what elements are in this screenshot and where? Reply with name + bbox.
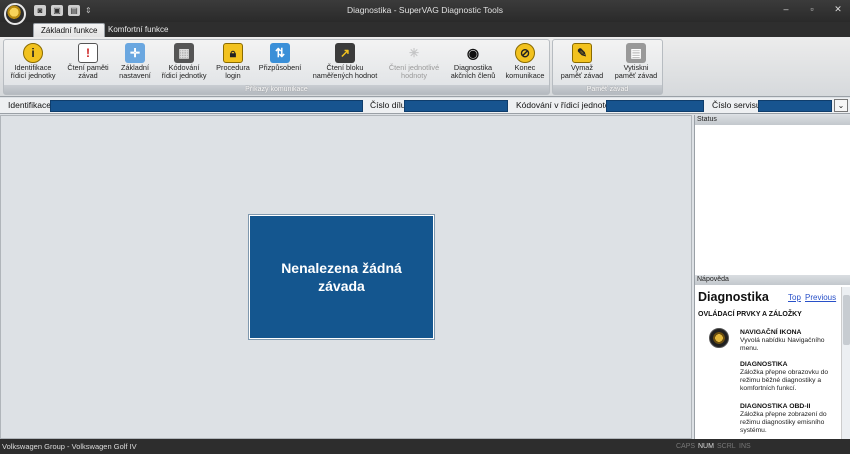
- adapt-icon: ⇅: [270, 43, 290, 63]
- eye-icon: ◉: [466, 44, 480, 61]
- chevron-double-down-icon[interactable]: ⌄: [834, 99, 848, 112]
- title-bar: ◙ ▣ ▤ ⇕ Diagnostika - SuperVAG Diagnosti…: [0, 0, 850, 22]
- ecu-icon: ▦: [174, 43, 194, 63]
- eraser-icon: ✎: [572, 43, 592, 63]
- right-panel: Status Nápověda Diagnostika Top Previous…: [694, 115, 850, 439]
- chart-icon: ↗: [335, 43, 355, 63]
- identification-button[interactable]: i Identifikace řídicí jednotky: [6, 41, 60, 87]
- identification-field: [50, 100, 363, 112]
- window-title: Diagnostika - SuperVAG Diagnostic Tools: [346, 5, 504, 15]
- close-button[interactable]: ✕: [832, 4, 844, 15]
- service-number-label: Číslo servisu: [712, 100, 761, 110]
- minimize-button[interactable]: –: [780, 4, 792, 15]
- single-value-button[interactable]: ✳ Čtení jednotlivé hodnoty: [385, 41, 443, 87]
- status-bar: Volkswagen Group - Volkswagen Golf IV CA…: [0, 439, 850, 454]
- help-link-previous[interactable]: Previous: [805, 293, 836, 302]
- help-title: Diagnostika: [698, 290, 769, 304]
- scroll-thumb[interactable]: [843, 295, 850, 345]
- adaptation-button[interactable]: ⇅ Přizpůsobení: [257, 41, 303, 87]
- scrl-indicator: SCRL: [717, 443, 736, 450]
- ribbon: i Identifikace řídicí jednotky ! Čtení p…: [0, 37, 850, 97]
- help-panel: Diagnostika Top Previous OVLÁDACÍ PRVKY …: [695, 287, 841, 439]
- coding-label: Kódování v řídicí jednotce: [516, 100, 614, 110]
- group-label-pamet: Paměť závad: [553, 85, 662, 94]
- tab-komfortni-funkce[interactable]: Komfortní funkce: [101, 23, 175, 37]
- login-procedure-button[interactable]: 🔒︎ Procedura login: [213, 41, 253, 87]
- end-communication-button[interactable]: ⊘ Konec komunikace: [502, 41, 548, 87]
- actuator-diagnostics-button[interactable]: ◉ Diagnostika akčních členů: [447, 41, 499, 87]
- help-subtitle: OVLÁDACÍ PRVKY A ZÁLOŽKY: [698, 311, 802, 318]
- help-item-obd: DIAGNOSTIKA OBD-II Záložka přepne zobraz…: [740, 403, 827, 434]
- help-panel-header: Nápověda: [695, 275, 850, 285]
- spinner-icon: ✳: [408, 46, 420, 60]
- group-pamet-zavad: ✎ Vymaž paměť závad ▤ Vytiskni paměť záv…: [552, 39, 663, 95]
- coding-field: [606, 100, 704, 112]
- help-item-diagnostika: DIAGNOSTIKA Záložka přepne obrazovku do …: [740, 361, 829, 392]
- vehicle-info: Volkswagen Group - Volkswagen Golf IV: [2, 442, 137, 451]
- basic-settings-button[interactable]: ✛ Základní nastavení: [116, 41, 154, 87]
- read-fault-memory-button[interactable]: ! Čtení paměti závad: [62, 41, 114, 87]
- help-scrollbar[interactable]: [841, 287, 850, 439]
- navigation-orb-icon: [709, 328, 729, 348]
- status-panel-header: Status: [695, 115, 850, 125]
- service-number-field: [758, 100, 832, 112]
- info-icon: i: [23, 43, 43, 63]
- printer-icon: ▤: [626, 43, 646, 63]
- restore-button[interactable]: ▫: [806, 4, 818, 15]
- measured-values-button[interactable]: ↗ Čtení bloku naměřených hodnot: [307, 41, 383, 87]
- print-fault-memory-button[interactable]: ▤ Vytiskni paměť závad: [610, 41, 662, 87]
- crosshair-icon: ✛: [125, 43, 145, 63]
- ecu-info-bar: Identifikace Číslo dílu Kódování v řídic…: [0, 98, 850, 114]
- no-fault-card: Nenalezena žádná závada: [248, 214, 435, 340]
- window-controls: – ▫ ✕: [780, 4, 844, 15]
- help-link-top[interactable]: Top: [788, 293, 801, 302]
- tab-zakladni-funkce[interactable]: Základní funkce: [33, 23, 106, 37]
- help-item-navigation: NAVIGAČNÍ IKONA Vyvolá nabídku Navigační…: [740, 329, 825, 352]
- num-indicator: NUM: [698, 443, 714, 450]
- group-label-prikazy: Příkazy komunikace: [4, 85, 549, 94]
- part-number-label: Číslo dílu: [370, 100, 406, 110]
- lock-icon: 🔒︎: [223, 43, 243, 63]
- list-warning-icon: !: [78, 43, 98, 63]
- group-prikazy-komunikace: i Identifikace řídicí jednotky ! Čtení p…: [3, 39, 550, 95]
- caps-indicator: CAPS: [676, 443, 696, 450]
- disconnect-icon: ⊘: [515, 43, 535, 63]
- coding-button[interactable]: ▦ Kódování řídicí jednotky: [157, 41, 211, 87]
- ribbon-tabs: Základní funkce Komfortní funkce: [0, 22, 850, 37]
- clear-fault-memory-button[interactable]: ✎ Vymaž paměť závad: [556, 41, 608, 87]
- identification-label: Identifikace: [8, 100, 51, 110]
- ins-indicator: INS: [739, 443, 751, 450]
- part-number-field: [404, 100, 508, 112]
- status-panel: [695, 125, 850, 277]
- app-menu-button[interactable]: [4, 3, 26, 25]
